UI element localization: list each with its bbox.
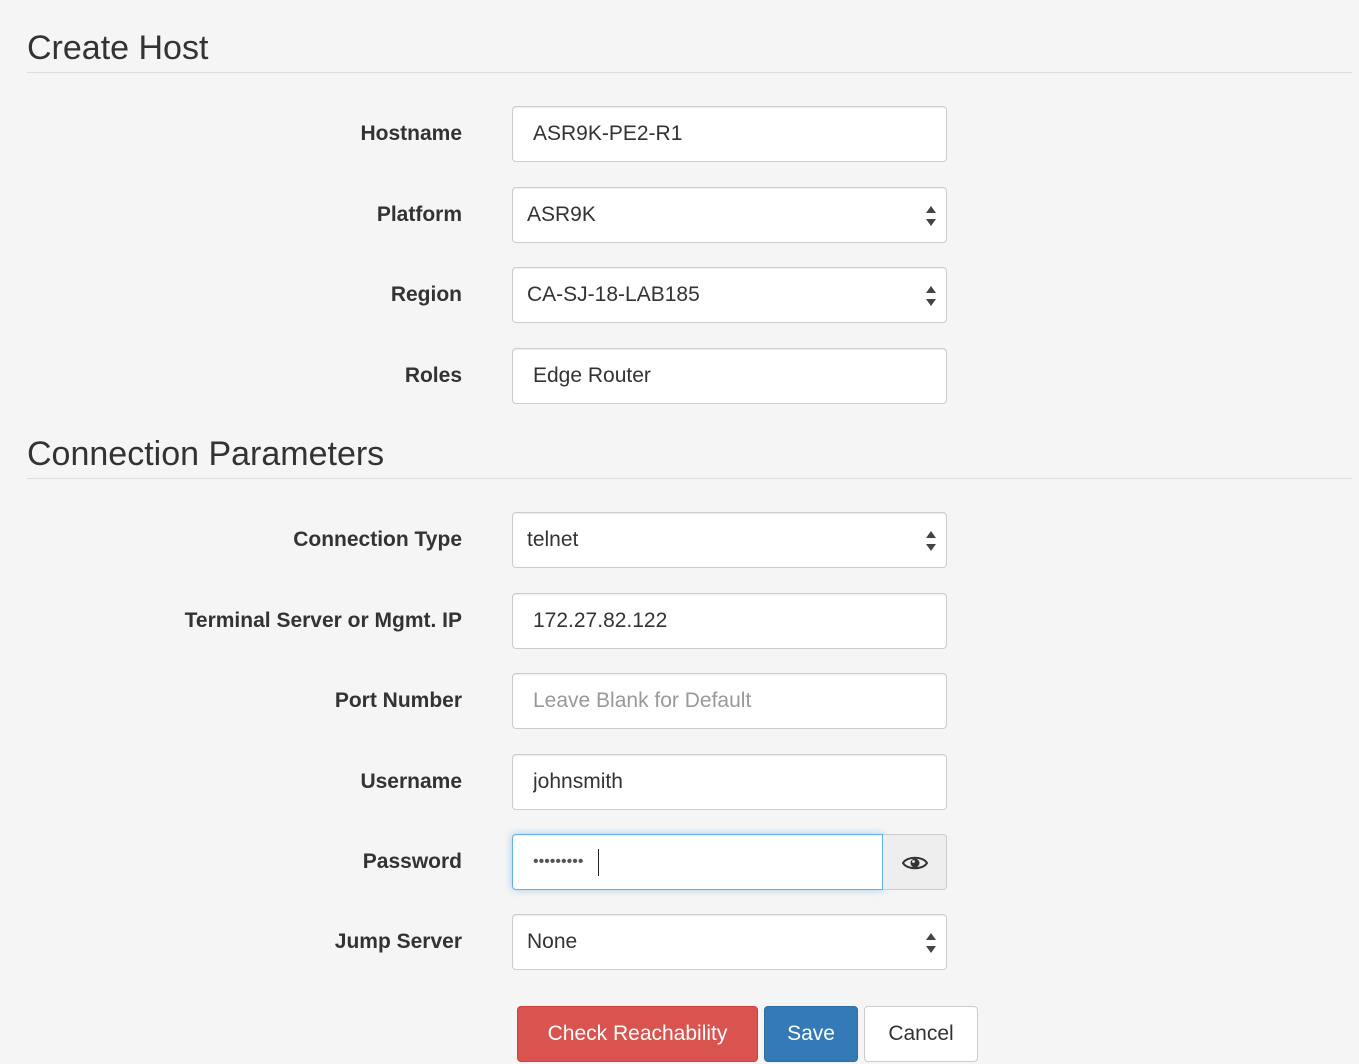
text-caret [598,849,599,876]
hostname-input[interactable] [512,106,947,162]
password-masked-value: ••••••••• [533,853,584,870]
connection-parameters-heading: Connection Parameters [27,435,385,473]
section-divider [27,72,1352,73]
region-label: Region [390,283,462,306]
jump-server-label: Jump Server [334,930,462,953]
jump-server-selected-value: None [527,930,578,953]
jump-server-select[interactable]: None [512,914,947,970]
password-row: Password ••••••••• [0,834,1359,890]
create-host-heading: Create Host [27,29,209,67]
roles-label: Roles [404,364,462,387]
jump-server-row: Jump Server None [0,914,1359,970]
up-down-caret-icon [924,530,938,552]
terminal-server-row: Terminal Server or Mgmt. IP [0,593,1359,649]
connection-type-row: Connection Type telnet [0,512,1359,568]
platform-selected-value: ASR9K [527,203,596,226]
roles-row: Roles [0,348,1359,404]
up-down-caret-icon [924,285,938,307]
region-selected-value: CA-SJ-18-LAB185 [527,283,700,306]
connection-type-selected-value: telnet [527,528,579,551]
terminal-server-label: Terminal Server or Mgmt. IP [184,609,462,632]
username-row: Username [0,754,1359,810]
platform-select[interactable]: ASR9K [512,187,947,243]
connection-type-select[interactable]: telnet [512,512,947,568]
port-number-input[interactable] [512,673,947,729]
hostname-label: Hostname [360,122,462,145]
region-row: Region CA-SJ-18-LAB185 [0,267,1359,323]
connection-type-label: Connection Type [293,528,462,551]
username-input[interactable] [512,754,947,810]
password-label: Password [362,850,462,873]
port-number-label: Port Number [334,689,462,712]
platform-label: Platform [376,203,462,226]
password-input[interactable]: ••••••••• [512,834,883,890]
up-down-caret-icon [924,932,938,954]
save-button[interactable]: Save [764,1006,858,1062]
roles-input[interactable] [512,348,947,404]
check-reachability-button[interactable]: Check Reachability [517,1006,758,1062]
region-select[interactable]: CA-SJ-18-LAB185 [512,267,947,323]
up-down-caret-icon [924,205,938,227]
username-label: Username [360,770,462,793]
section-divider [27,478,1352,479]
cancel-button[interactable]: Cancel [864,1006,978,1062]
show-password-button[interactable] [883,834,947,890]
eye-icon [902,856,928,870]
platform-row: Platform ASR9K [0,187,1359,243]
terminal-server-input[interactable] [512,593,947,649]
hostname-row: Hostname [0,106,1359,162]
port-number-row: Port Number [0,673,1359,729]
create-host-page: Create Host Hostname Platform ASR9K Regi… [0,0,1359,1064]
